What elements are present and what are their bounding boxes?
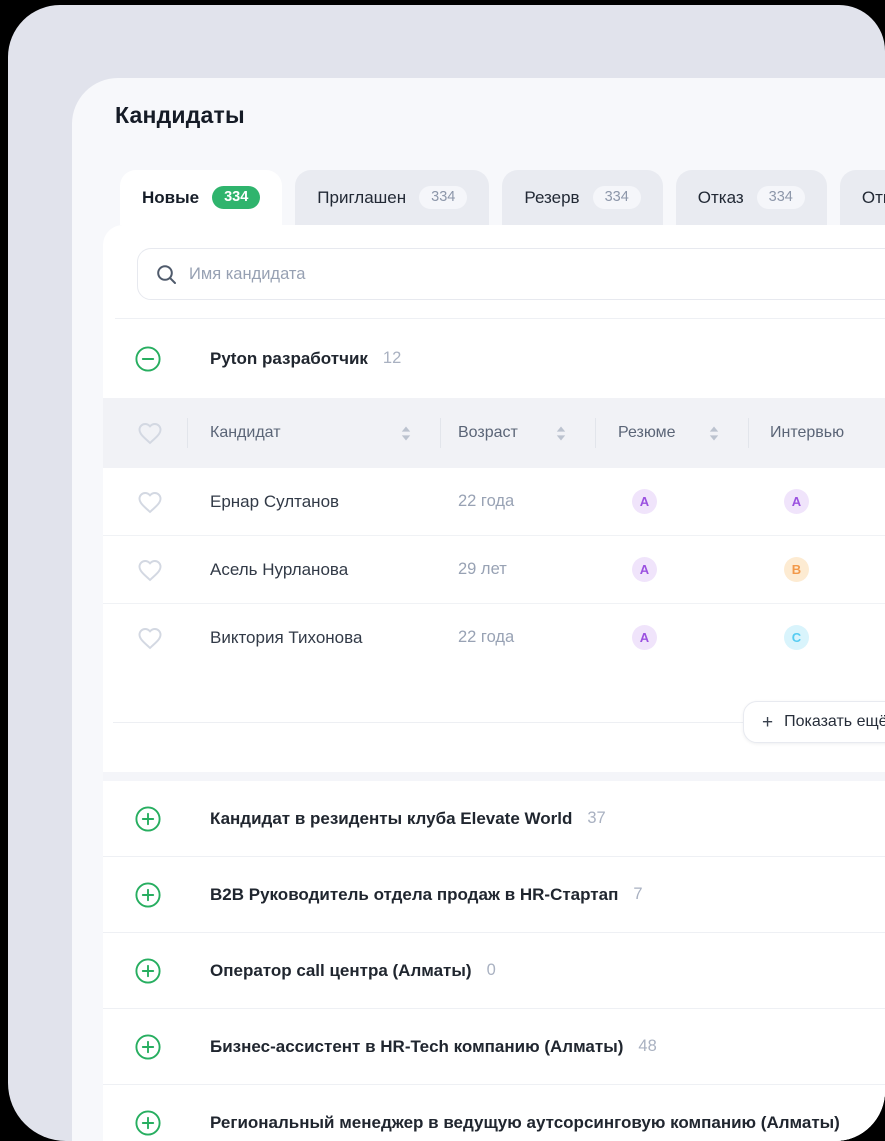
column-header-age[interactable]: Возраст bbox=[440, 398, 595, 468]
resume-grade-badge: A bbox=[632, 557, 657, 582]
table-row[interactable]: Асель Нурланова 29 лет A B bbox=[103, 535, 885, 603]
vacancy-group-row[interactable]: Кандидат в резиденты клуба Elevate World… bbox=[103, 781, 885, 856]
table-row[interactable]: Виктория Тихонова 22 года A C bbox=[103, 603, 885, 671]
candidate-name: Асель Нурланова bbox=[210, 560, 348, 580]
tab-count-badge: 334 bbox=[593, 186, 641, 209]
vacancy-title: Оператор call центра (Алматы) bbox=[210, 961, 472, 981]
status-tabs: Новые 334 Приглашен 334 Резерв 334 Отказ… bbox=[120, 170, 885, 225]
vacancy-count: 12 bbox=[383, 349, 401, 368]
interview-grade-badge: C bbox=[784, 625, 809, 650]
vacancy-count: 37 bbox=[587, 809, 605, 828]
expand-icon[interactable] bbox=[135, 1034, 161, 1060]
tab-label: Отклонен bbox=[862, 188, 885, 208]
candidates-card: Кандидаты Новые 334 Приглашен 334 Резерв… bbox=[72, 78, 885, 1141]
show-more-button[interactable]: + Показать ещё bbox=[743, 701, 885, 743]
tab-label: Отказ bbox=[698, 188, 744, 208]
sort-icon[interactable] bbox=[709, 426, 719, 441]
vacancy-list: Кандидат в резиденты клуба Elevate World… bbox=[103, 781, 885, 1141]
page-title: Кандидаты bbox=[115, 102, 245, 129]
status-tab[interactable]: Резерв 334 bbox=[502, 170, 662, 225]
vacancy-title: B2B Руководитель отдела продаж в HR-Стар… bbox=[210, 885, 618, 905]
favorite-heart-icon[interactable] bbox=[137, 490, 163, 514]
tab-label: Резерв bbox=[524, 188, 579, 208]
column-header-interview[interactable]: Интервью bbox=[748, 398, 885, 468]
search-input[interactable]: Имя кандидата bbox=[137, 248, 885, 300]
vacancy-group-header[interactable]: Pyton разработчик 12 bbox=[103, 319, 885, 398]
favorite-heart-icon[interactable] bbox=[137, 626, 163, 650]
vacancy-count: 48 bbox=[638, 1037, 656, 1056]
candidate-age: 29 лет bbox=[458, 560, 507, 579]
vacancy-title: Pyton разработчик bbox=[210, 349, 368, 369]
vacancy-group-row[interactable]: Оператор call центра (Алматы) 0 bbox=[103, 932, 885, 1008]
candidate-name: Ернар Султанов bbox=[210, 492, 339, 512]
table-header: Кандидат Возраст Резюме bbox=[103, 398, 885, 468]
sort-icon[interactable] bbox=[401, 426, 411, 441]
tab-count-badge: 334 bbox=[757, 186, 805, 209]
status-tab[interactable]: Приглашен 334 bbox=[295, 170, 489, 225]
section-gap bbox=[103, 772, 885, 781]
plus-icon: + bbox=[762, 713, 773, 732]
sort-icon[interactable] bbox=[556, 426, 566, 441]
vacancy-count: 0 bbox=[487, 961, 496, 980]
expand-icon[interactable] bbox=[135, 1110, 161, 1136]
vacancy-count: 7 bbox=[633, 885, 642, 904]
candidate-age: 22 года bbox=[458, 628, 514, 647]
candidate-name: Виктория Тихонова bbox=[210, 628, 362, 648]
vacancy-group-row[interactable]: B2B Руководитель отдела продаж в HR-Стар… bbox=[103, 856, 885, 932]
tab-count-badge: 334 bbox=[419, 186, 467, 209]
favorite-heart-icon[interactable] bbox=[137, 558, 163, 582]
status-tab[interactable]: Отклонен 334 bbox=[840, 170, 885, 225]
expand-icon[interactable] bbox=[135, 958, 161, 984]
interview-grade-badge: A bbox=[784, 489, 809, 514]
status-tab[interactable]: Новые 334 bbox=[120, 170, 282, 225]
table-footer: + Показать ещё bbox=[103, 669, 885, 772]
table-row[interactable]: Ернар Султанов 22 года A A bbox=[103, 468, 885, 535]
vacancy-group-row[interactable]: Бизнес-ассистент в HR-Tech компанию (Алм… bbox=[103, 1008, 885, 1084]
vacancy-group-row[interactable]: Региональный менеджер в ведущую аутсорси… bbox=[103, 1084, 885, 1141]
candidate-age: 22 года bbox=[458, 492, 514, 511]
favorite-heart-icon[interactable] bbox=[137, 421, 163, 445]
app-window: Кандидаты Новые 334 Приглашен 334 Резерв… bbox=[8, 5, 885, 1141]
vacancy-title: Региональный менеджер в ведущую аутсорси… bbox=[210, 1113, 840, 1133]
collapse-icon[interactable] bbox=[135, 346, 161, 372]
column-header-candidate[interactable]: Кандидат bbox=[187, 398, 440, 468]
column-header-resume[interactable]: Резюме bbox=[595, 398, 748, 468]
search-icon bbox=[156, 264, 177, 285]
vacancy-title: Кандидат в резиденты клуба Elevate World bbox=[210, 809, 572, 829]
resume-grade-badge: A bbox=[632, 489, 657, 514]
vacancy-title: Бизнес-ассистент в HR-Tech компанию (Алм… bbox=[210, 1037, 623, 1057]
table-body: Ернар Султанов 22 года A A Асель Нурлано… bbox=[103, 468, 885, 671]
tab-count-badge: 334 bbox=[212, 186, 260, 209]
expand-icon[interactable] bbox=[135, 806, 161, 832]
expand-icon[interactable] bbox=[135, 882, 161, 908]
tab-label: Приглашен bbox=[317, 188, 406, 208]
content-panel: Имя кандидата Pyton разработчик 12 bbox=[103, 225, 885, 1141]
tab-label: Новые bbox=[142, 188, 199, 208]
status-tab[interactable]: Отказ 334 bbox=[676, 170, 827, 225]
search-placeholder: Имя кандидата bbox=[189, 265, 305, 284]
interview-grade-badge: B bbox=[784, 557, 809, 582]
resume-grade-badge: A bbox=[632, 625, 657, 650]
